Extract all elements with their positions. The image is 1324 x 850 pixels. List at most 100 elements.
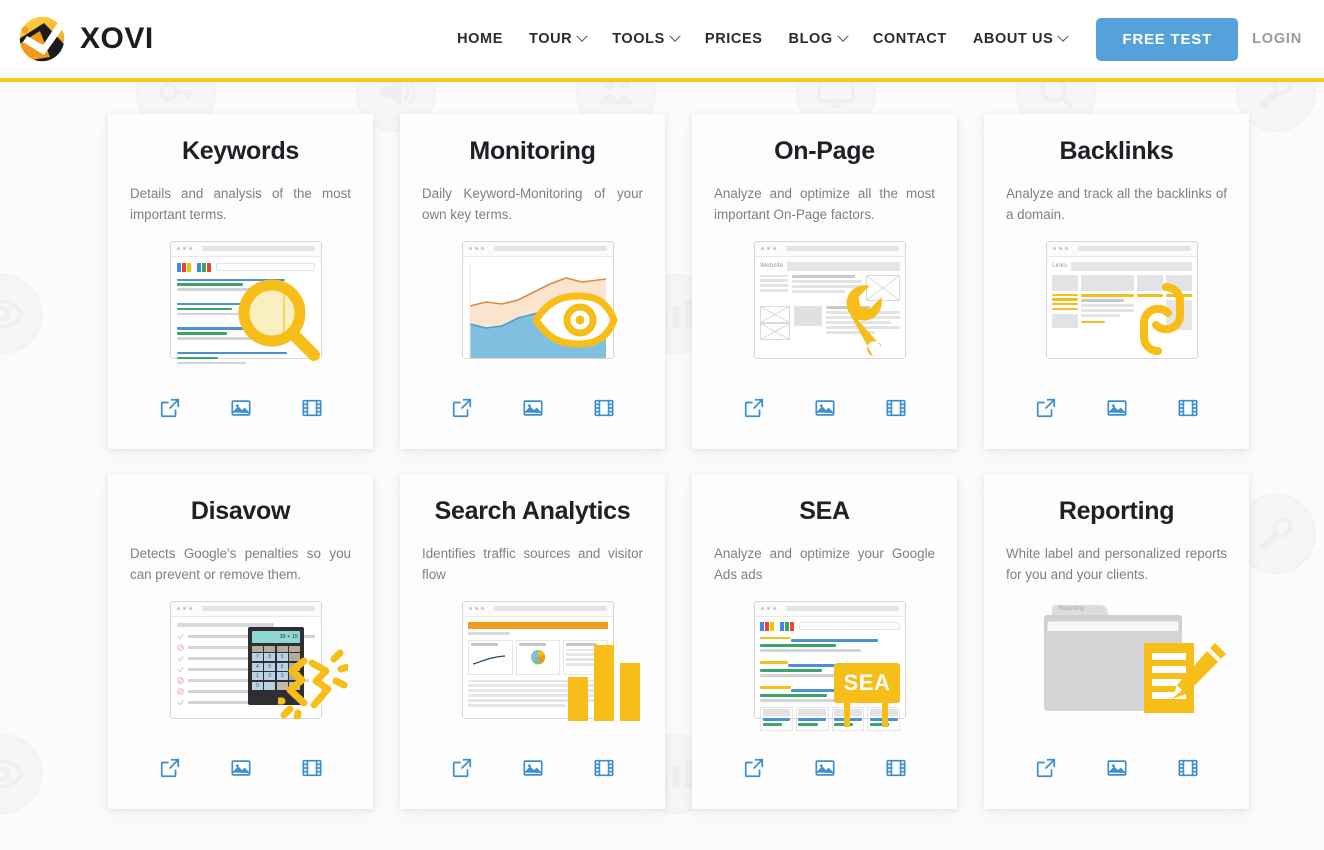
image-icon[interactable]: [230, 757, 252, 779]
sea-sign-illustration: SEA: [834, 651, 904, 727]
card-action-icons: [400, 757, 665, 779]
card-description: Details and analysis of the most importa…: [130, 185, 351, 223]
nav-item-prices[interactable]: PRICES: [692, 31, 776, 47]
check-icon: [177, 655, 184, 661]
card-description: Detects Google's penalties so you can pr…: [130, 545, 351, 583]
feature-card-grid: Keywords Details and analysis of the mos…: [108, 114, 1256, 809]
external-link-icon[interactable]: [159, 397, 181, 419]
calculator-display-value: 39 + 15: [279, 633, 298, 640]
external-link-icon[interactable]: [451, 397, 473, 419]
external-link-icon[interactable]: [743, 757, 765, 779]
card-action-icons: [108, 397, 373, 419]
feature-card-backlinks[interactable]: Backlinks Analyze and track all the back…: [984, 114, 1249, 449]
nav-item-home[interactable]: HOME: [444, 31, 516, 47]
card-illustration-folder-pencil: Reporting: [1004, 601, 1229, 721]
image-icon[interactable]: [814, 397, 836, 419]
card-title: On-Page: [774, 137, 875, 165]
card-illustration-serp-magnifier: [128, 240, 353, 365]
external-link-icon[interactable]: [451, 757, 473, 779]
blocked-icon: [177, 643, 184, 651]
image-icon[interactable]: [230, 397, 252, 419]
card-action-icons: [692, 397, 957, 419]
chevron-down-icon: [837, 30, 849, 42]
external-link-icon[interactable]: [1035, 757, 1057, 779]
card-action-icons: [400, 397, 665, 419]
watermark-eye-icon: [0, 734, 42, 814]
card-title: Backlinks: [1059, 137, 1174, 165]
main-navigation: HOME TOUR TOOLS PRICES BLOG CONTACT ABOU…: [444, 0, 1324, 78]
nav-label: HOME: [457, 31, 504, 47]
external-link-icon[interactable]: [743, 397, 765, 419]
film-icon[interactable]: [1177, 757, 1199, 779]
nav-label: PRICES: [704, 31, 763, 47]
card-title: Monitoring: [469, 137, 596, 165]
external-link-icon[interactable]: [1035, 397, 1057, 419]
chevron-down-icon: [669, 30, 681, 42]
google-logo-icon: [177, 262, 211, 272]
card-action-icons: [108, 757, 373, 779]
card-description: Analyze and track all the backlinks of a…: [1006, 185, 1227, 223]
card-illustration-serp-sea-sign: SEA: [712, 600, 937, 731]
mockup-label: Links: [1052, 261, 1068, 269]
image-icon[interactable]: [522, 757, 544, 779]
report-pencil-icon: [1144, 642, 1226, 713]
broken-link-icon: [278, 649, 348, 719]
xovi-logo-icon: [14, 11, 70, 67]
nav-item-tools[interactable]: TOOLS: [599, 30, 692, 47]
eye-icon: [532, 292, 618, 347]
card-illustration-checklist-calculator: 39 + 15 7 8 9 4 5 6 1 2 3 0: [128, 600, 353, 721]
image-icon[interactable]: [522, 397, 544, 419]
card-title: Disavow: [190, 497, 291, 525]
nav-label: CONTACT: [872, 31, 947, 47]
film-icon[interactable]: [885, 397, 907, 419]
image-icon[interactable]: [1106, 397, 1128, 419]
image-icon[interactable]: [1106, 757, 1128, 779]
feature-card-keywords[interactable]: Keywords Details and analysis of the mos…: [108, 114, 373, 449]
line-chart: [472, 654, 506, 665]
card-title: Keywords: [181, 137, 300, 165]
card-description: Analyze and optimize all the most import…: [714, 185, 935, 223]
free-test-button[interactable]: FREE TEST: [1096, 17, 1239, 61]
feature-card-disavow[interactable]: Disavow Detects Google's penalties so yo…: [108, 474, 373, 809]
film-icon[interactable]: [301, 757, 323, 779]
chain-link-icon: [1139, 282, 1185, 355]
feature-card-reporting[interactable]: Reporting White label and personalized r…: [984, 474, 1249, 809]
film-icon[interactable]: [593, 757, 615, 779]
card-title: Reporting: [1058, 497, 1175, 525]
nav-item-contact[interactable]: CONTACT: [860, 31, 960, 47]
film-icon[interactable]: [301, 397, 323, 419]
blocked-icon: [177, 676, 184, 684]
site-header: XOVI HOME TOUR TOOLS PRICES BLOG CONTACT…: [0, 0, 1324, 82]
feature-card-monitoring[interactable]: Monitoring Daily Keyword-Monitoring of y…: [400, 114, 665, 449]
card-illustration-dashboard-barchart: [420, 600, 645, 721]
feature-card-on-page[interactable]: On-Page Analyze and optimize all the mos…: [692, 114, 957, 449]
feature-card-sea[interactable]: SEA Analyze and optimize your Google Ads…: [692, 474, 957, 809]
check-icon: [177, 699, 184, 705]
card-action-icons: [984, 397, 1249, 419]
image-placeholder: [760, 305, 790, 340]
login-link[interactable]: LOGIN: [1252, 31, 1302, 47]
nav-item-tour[interactable]: TOUR: [516, 30, 599, 47]
watermark-eye-icon: [0, 274, 42, 354]
nav-label: TOOLS: [612, 31, 665, 47]
logo[interactable]: XOVI: [14, 11, 154, 67]
pie-chart: [530, 649, 546, 664]
nav-label: TOUR: [529, 31, 573, 47]
logo-text: XOVI: [80, 22, 154, 55]
check-icon: [177, 633, 184, 639]
chevron-down-icon: [576, 30, 588, 42]
card-illustration-areachart-eye: [420, 240, 645, 361]
nav-item-about-us[interactable]: ABOUT US: [960, 30, 1081, 47]
external-link-icon[interactable]: [159, 757, 181, 779]
film-icon[interactable]: [593, 397, 615, 419]
image-icon[interactable]: [814, 757, 836, 779]
card-illustration-links-chain: Links: [1004, 240, 1229, 361]
nav-item-blog[interactable]: BLOG: [776, 30, 860, 47]
blocked-icon: [177, 687, 184, 695]
wrench-icon: [846, 284, 882, 356]
feature-card-search-analytics[interactable]: Search Analytics Identifies traffic sour…: [400, 474, 665, 809]
card-title: SEA: [799, 497, 850, 525]
film-icon[interactable]: [1177, 397, 1199, 419]
film-icon[interactable]: [885, 757, 907, 779]
card-action-icons: [984, 757, 1249, 779]
